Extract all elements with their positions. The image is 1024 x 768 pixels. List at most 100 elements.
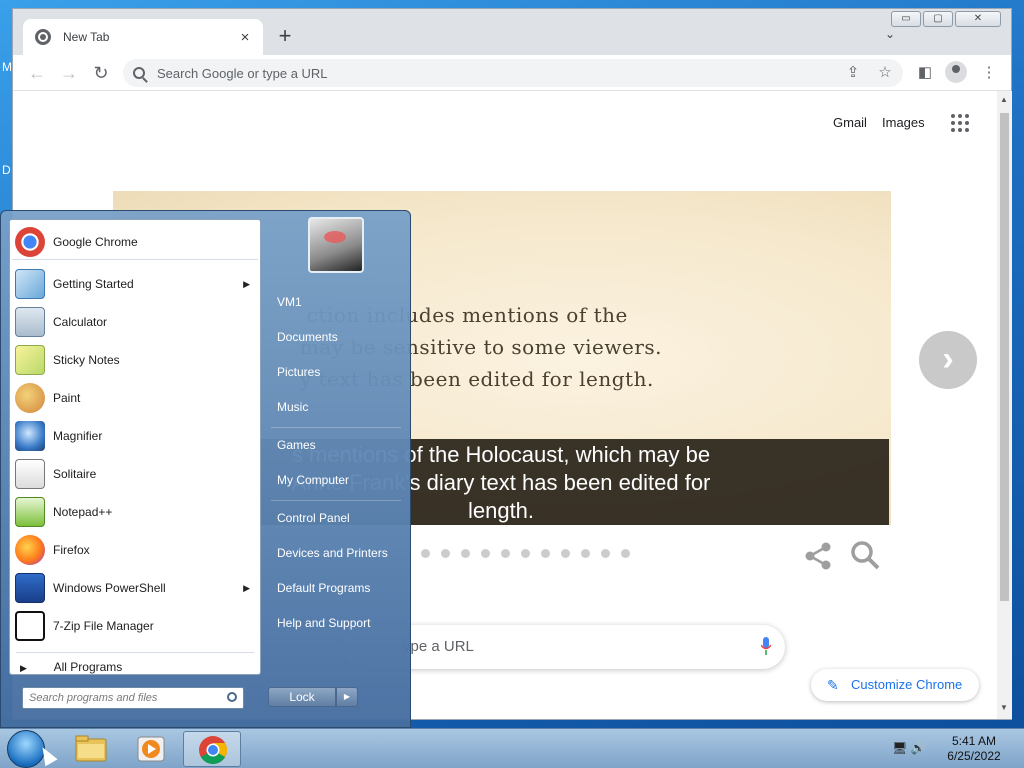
side-panel-icon[interactable]: ◧: [915, 63, 935, 81]
lock-button[interactable]: Lock: [268, 687, 336, 707]
start-menu-item-7-zip-file-manager[interactable]: 7-Zip File Manager: [12, 608, 258, 644]
powershell-icon: [15, 573, 45, 603]
taskbar-chrome-button[interactable]: [183, 731, 241, 767]
chrome-menu-icon[interactable]: ⋮: [979, 63, 999, 81]
start-menu-link-pictures[interactable]: Pictures: [277, 365, 320, 379]
start-menu-link-default-programs[interactable]: Default Programs: [277, 581, 370, 595]
share-page-icon[interactable]: ⇪: [843, 63, 863, 81]
start-menu-item-label: Windows PowerShell: [53, 581, 166, 595]
tab-close-icon[interactable]: ×: [237, 29, 253, 46]
reload-icon[interactable]: ↻: [89, 61, 113, 85]
start-menu-link-devices-and-printers[interactable]: Devices and Printers: [277, 546, 388, 560]
paint-icon: [15, 383, 45, 413]
tab-new-tab[interactable]: New Tab ×: [23, 19, 263, 55]
start-menu-link-music[interactable]: Music: [277, 400, 308, 414]
window-controls: ▭ ▢ ✕: [891, 11, 1001, 27]
start-menu-item-label: Paint: [53, 391, 81, 405]
maximize-button[interactable]: ▢: [923, 11, 953, 27]
doodle-search-icon[interactable]: [849, 539, 881, 571]
start-menu-link-help-and-support[interactable]: Help and Support: [277, 616, 370, 630]
doodle-next-arrow-icon[interactable]: ›: [919, 331, 977, 389]
tab-search-icon[interactable]: ⌄: [885, 27, 895, 41]
tab-title: New Tab: [63, 30, 110, 44]
profile-avatar-icon[interactable]: [945, 61, 967, 83]
magnifier-icon: [15, 421, 45, 451]
customize-chrome-button[interactable]: ✎ Customize Chrome: [811, 669, 979, 701]
doodle-dot[interactable]: [561, 549, 570, 558]
clock-date: 6/25/2022: [947, 749, 1001, 763]
google-apps-icon[interactable]: [951, 114, 969, 132]
start-menu-item-firefox[interactable]: Firefox: [12, 532, 258, 568]
search-icon: [133, 67, 145, 79]
doodle-dot[interactable]: [461, 549, 470, 558]
start-menu-item-calculator[interactable]: Calculator: [12, 304, 258, 340]
start-menu-item-windows-powershell[interactable]: Windows PowerShell ▶: [12, 570, 258, 606]
tab-strip: New Tab × + ⌄ ▭ ▢ ✕: [13, 9, 1011, 55]
start-menu-item-label: Google Chrome: [53, 234, 138, 249]
start-menu-link-documents[interactable]: Documents: [277, 330, 338, 344]
notepadpp-icon: [15, 497, 45, 527]
doodle-dot[interactable]: [421, 549, 430, 558]
doodle-dot[interactable]: [601, 549, 610, 558]
user-account-picture[interactable]: [308, 217, 364, 273]
address-bar[interactable]: Search Google or type a URL: [123, 59, 903, 87]
start-menu-link-games[interactable]: Games: [277, 438, 316, 452]
start-menu-item-sticky-notes[interactable]: Sticky Notes: [12, 342, 258, 378]
taskbar: 🖥 🔊 5:41 AM 6/25/2022: [0, 728, 1024, 768]
start-menu-item-getting-started[interactable]: Getting Started ▶: [12, 266, 258, 302]
customize-chrome-label: Customize Chrome: [851, 677, 963, 692]
shutdown-options-arrow-icon[interactable]: ▶: [336, 687, 358, 707]
taskbar-media-player-button[interactable]: [122, 731, 180, 767]
start-menu-item-google-chrome[interactable]: Google Chrome: [12, 224, 258, 260]
new-tab-button[interactable]: +: [273, 25, 297, 49]
microphone-icon[interactable]: [761, 637, 771, 655]
calculator-icon: [15, 307, 45, 337]
start-menu-link-control-panel[interactable]: Control Panel: [277, 511, 350, 525]
share-icon[interactable]: [803, 541, 833, 571]
chrome-icon: [199, 736, 227, 764]
scroll-up-icon[interactable]: ▲: [1000, 95, 1008, 104]
doodle-dot[interactable]: [521, 549, 530, 558]
start-menu-link-my-computer[interactable]: My Computer: [277, 473, 349, 487]
start-menu-link-vm1[interactable]: VM1: [277, 295, 302, 309]
divider: [271, 500, 401, 501]
submenu-arrow-icon: ▶: [243, 278, 250, 289]
search-programs-input[interactable]: Search programs and files: [22, 687, 244, 709]
doodle-dot[interactable]: [481, 549, 490, 558]
minimize-button[interactable]: ▭: [891, 11, 921, 27]
forward-arrow-icon[interactable]: →: [57, 61, 81, 85]
back-arrow-icon[interactable]: ←: [25, 61, 49, 85]
taskbar-explorer-button[interactable]: [62, 731, 120, 767]
vertical-scrollbar[interactable]: ▲ ▼: [997, 91, 1012, 719]
close-button[interactable]: ✕: [955, 11, 1001, 27]
all-programs-button[interactable]: ▶ All Programs: [20, 660, 122, 674]
bookmark-star-icon[interactable]: ☆: [875, 63, 895, 81]
start-menu-item-paint[interactable]: Paint: [12, 380, 258, 416]
start-menu-item-notepad[interactable]: Notepad++: [12, 494, 258, 530]
desktop-icon-label-fragment: D: [2, 163, 11, 177]
start-menu-item-solitaire[interactable]: Solitaire: [12, 456, 258, 492]
doodle-dot[interactable]: [581, 549, 590, 558]
scrollbar-thumb[interactable]: [1000, 113, 1009, 601]
doodle-dot[interactable]: [441, 549, 450, 558]
divider: [16, 652, 254, 653]
pencil-icon: ✎: [827, 677, 839, 693]
start-menu-item-magnifier[interactable]: Magnifier: [12, 418, 258, 454]
address-bar-placeholder: Search Google or type a URL: [157, 65, 328, 81]
gmail-link[interactable]: Gmail: [833, 115, 867, 130]
taskbar-clock[interactable]: 5:41 AM 6/25/2022: [936, 734, 1012, 764]
scroll-down-icon[interactable]: ▼: [1000, 703, 1008, 712]
firefox-icon: [15, 535, 45, 565]
doodle-dot[interactable]: [501, 549, 510, 558]
images-link[interactable]: Images: [882, 115, 925, 130]
ntp-search-placeholder: ype a URL: [403, 638, 474, 655]
system-tray-icons[interactable]: 🖥 🔊: [892, 741, 926, 755]
folder-icon: [75, 735, 107, 762]
doodle-dot[interactable]: [541, 549, 550, 558]
start-menu: ▶ All Programs Google Chrome Getting Star…: [0, 210, 411, 728]
doodle-progress-dots: [421, 549, 630, 558]
chrome-icon: [15, 226, 45, 257]
start-menu-item-label: 7-Zip File Manager: [53, 619, 154, 633]
doodle-dot[interactable]: [621, 549, 630, 558]
desktop-icon-label-fragment: M: [2, 60, 12, 74]
